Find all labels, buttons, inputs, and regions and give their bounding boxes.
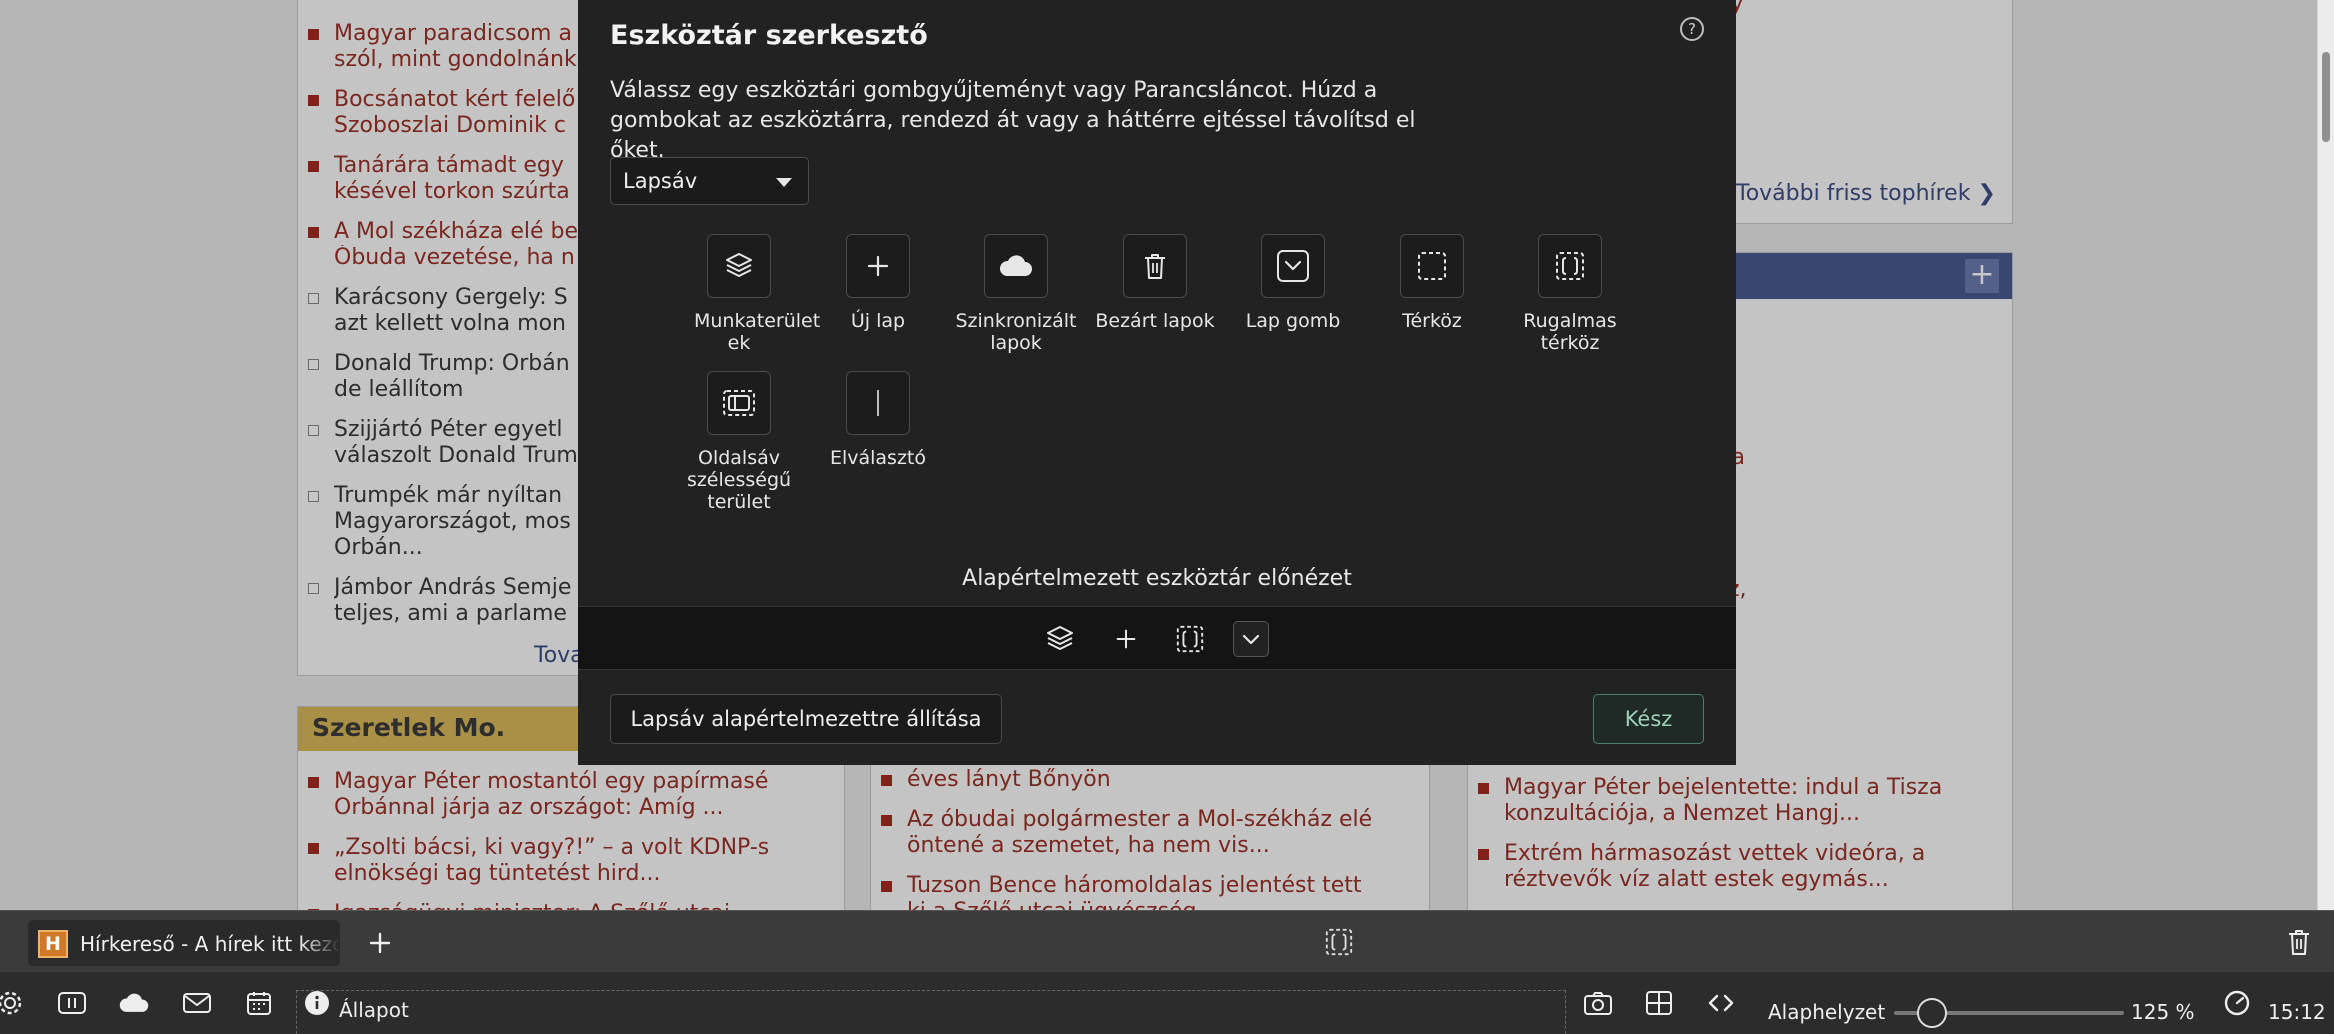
toolbar-select-value: Lapsáv (623, 169, 698, 193)
tab-bar: H Hírkereső - A hírek itt kezdődnek (0, 910, 2334, 972)
tool-separator[interactable]: Elválasztó (809, 371, 947, 469)
flexible-space-icon (1324, 927, 1356, 959)
tool-label: Szinkronizált lapok (955, 310, 1077, 354)
separator-icon (846, 371, 910, 435)
dialog-title: Eszköztár szerkesztő (610, 20, 928, 51)
reset-toolbar-button[interactable]: Lapsáv alapértelmezettre állítása (610, 694, 1002, 744)
clock-icon[interactable] (2221, 987, 2253, 1019)
layers-icon[interactable] (1042, 621, 1078, 657)
plus-icon (369, 932, 391, 954)
cloud-icon (984, 234, 1048, 298)
tool-label: Munkaterület ek (694, 310, 821, 354)
tool-label: Új lap (850, 310, 906, 332)
tool-synced-tabs[interactable]: Szinkronizált lapok (947, 234, 1085, 354)
info-icon (301, 987, 333, 1019)
space-icon (1400, 234, 1464, 298)
zoom-value: 125 % (2131, 1000, 2195, 1024)
zoom-slider-knob[interactable] (1917, 998, 1948, 1028)
tool-workspaces[interactable]: Munkaterület ek (670, 234, 821, 354)
sync-cloud-icon[interactable] (118, 987, 150, 1019)
closed-tabs-trash-icon[interactable] (2286, 927, 2316, 959)
preview-label: Alapértelmezett eszköztár előnézet (962, 566, 1352, 591)
help-icon[interactable]: ? (1680, 17, 1704, 41)
dropdown-caret-icon (776, 178, 792, 187)
calendar-icon[interactable] (243, 987, 275, 1019)
zoom-reset-button[interactable]: Alaphelyzet (1768, 1000, 1885, 1024)
code-icon[interactable] (1705, 987, 1737, 1019)
page-scrollbar[interactable] (2317, 0, 2334, 910)
tool-flexible-space[interactable]: Rugalmas térköz (1501, 234, 1639, 354)
camera-icon[interactable] (1582, 987, 1614, 1019)
tool-label: Elválasztó (829, 447, 927, 469)
tool-closed-tabs[interactable]: Bezárt lapok (1086, 234, 1224, 332)
panel-toggle-icon[interactable] (56, 987, 88, 1019)
tool-label: Bezárt lapok (1095, 310, 1215, 332)
tool-label: Rugalmas térköz (1523, 310, 1617, 354)
status-bar: Állapot Alaphelyzet 125 % 15:12 (0, 972, 2334, 1034)
tool-label: Oldalsáv szélességű terület (686, 447, 792, 513)
sidebar-width-icon (707, 371, 771, 435)
status-text: Állapot (339, 998, 409, 1022)
status-field (296, 990, 1566, 1034)
plus-icon (846, 234, 910, 298)
trash-icon (1123, 234, 1187, 298)
layers-icon (707, 234, 771, 298)
mail-icon[interactable] (181, 987, 213, 1019)
new-tab-button[interactable] (364, 927, 396, 959)
tool-sidebar-width-area[interactable]: Oldalsáv szélességű terület (670, 371, 808, 513)
toolbar-preview[interactable] (578, 606, 1736, 670)
tile-view-icon[interactable] (1643, 987, 1675, 1019)
scrollbar-thumb[interactable] (2322, 52, 2330, 142)
tool-label: Lap gomb (1245, 310, 1341, 332)
toolbar-select[interactable]: Lapsáv (610, 157, 809, 205)
tool-new-tab[interactable]: Új lap (809, 234, 947, 332)
tool-space[interactable]: Térköz (1363, 234, 1501, 332)
settings-gear-icon[interactable] (0, 987, 26, 1019)
clock-time: 15:12 (2268, 1000, 2326, 1024)
flexible-space-icon[interactable] (1172, 621, 1208, 657)
toolbar-editor-dialog: Eszköztár szerkesztő ? Válassz egy eszkö… (578, 0, 1736, 765)
tool-tab-button[interactable]: Lap gomb (1224, 234, 1362, 332)
flexible-space-icon (1538, 234, 1602, 298)
chevron-down-icon[interactable] (1233, 621, 1269, 657)
done-button[interactable]: Kész (1593, 694, 1704, 744)
chevron-down-icon (1261, 234, 1325, 298)
tab-hirkereso[interactable]: H Hírkereső - A hírek itt kezdődnek (28, 920, 340, 966)
plus-icon[interactable] (1108, 621, 1144, 657)
tool-label: Térköz (1402, 310, 1462, 332)
dialog-description: Válassz egy eszköztári gombgyűjteményt v… (610, 78, 1416, 163)
favicon-icon: H (38, 930, 68, 958)
